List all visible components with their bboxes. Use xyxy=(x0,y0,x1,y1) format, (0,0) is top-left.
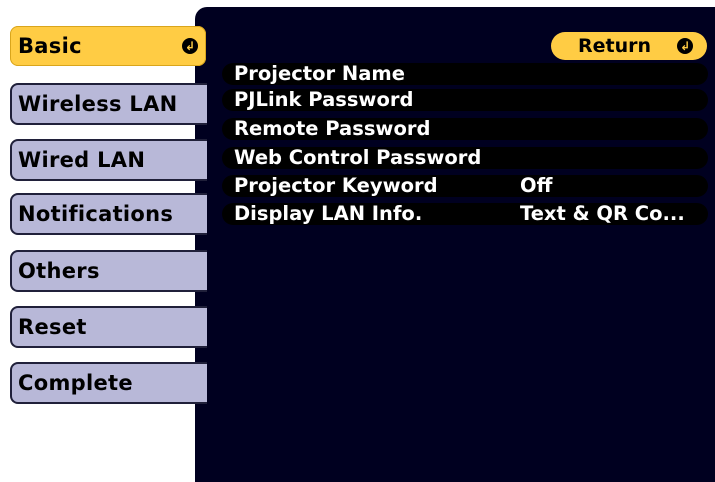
setting-label: Projector Keyword xyxy=(234,175,438,197)
enter-icon: ↲ xyxy=(677,38,693,54)
setting-projector-name[interactable]: Projector Name xyxy=(222,63,708,85)
setting-remote-password[interactable]: Remote Password xyxy=(222,118,708,140)
tab-wired-lan[interactable]: Wired LAN xyxy=(10,139,207,181)
tab-label: Basic xyxy=(18,34,82,58)
return-label: Return xyxy=(578,35,652,57)
setting-label: Projector Name xyxy=(234,63,405,85)
tab-label: Reset xyxy=(18,315,87,339)
setting-display-lan-info[interactable]: Display LAN Info. Text & QR Co... xyxy=(222,203,708,225)
tab-label: Wireless LAN xyxy=(18,92,178,116)
tab-notifications[interactable]: Notifications xyxy=(10,193,207,235)
setting-label: Web Control Password xyxy=(234,147,482,169)
tab-label: Notifications xyxy=(18,202,174,226)
setting-label: Remote Password xyxy=(234,118,431,140)
setting-value: Text & QR Co... xyxy=(520,203,685,225)
setting-projector-keyword[interactable]: Projector Keyword Off xyxy=(222,175,708,197)
tab-wireless-lan[interactable]: Wireless LAN xyxy=(10,83,207,125)
tab-label: Others xyxy=(18,259,100,283)
setting-label: Display LAN Info. xyxy=(234,203,423,225)
setting-value: Off xyxy=(520,175,553,197)
tab-others[interactable]: Others xyxy=(10,250,207,292)
tab-label: Complete xyxy=(18,371,133,395)
return-button[interactable]: Return ↲ xyxy=(551,32,707,60)
tab-complete[interactable]: Complete xyxy=(10,362,207,404)
tab-reset[interactable]: Reset xyxy=(10,306,207,348)
tab-basic[interactable]: Basic ↲ xyxy=(10,26,206,66)
setting-pjlink-password[interactable]: PJLink Password xyxy=(222,89,708,111)
setting-web-control-password[interactable]: Web Control Password xyxy=(222,147,708,169)
setting-label: PJLink Password xyxy=(234,89,414,111)
enter-icon: ↲ xyxy=(182,38,198,54)
tab-label: Wired LAN xyxy=(18,148,146,172)
